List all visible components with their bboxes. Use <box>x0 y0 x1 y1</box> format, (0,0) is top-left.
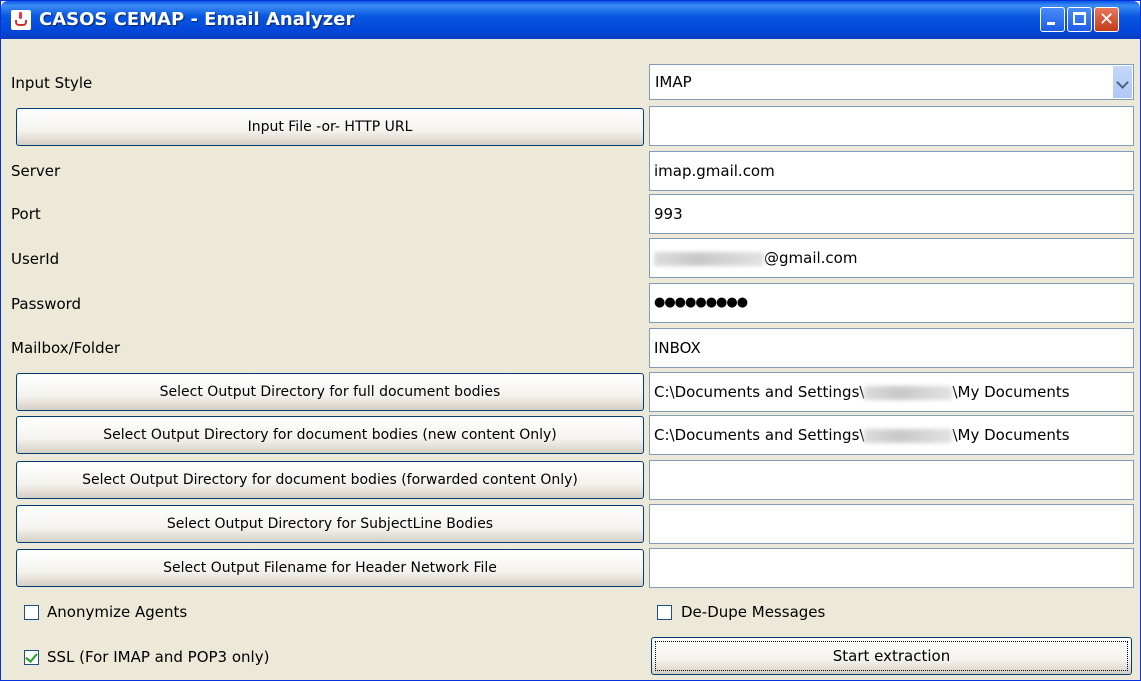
close-icon: ✕ <box>1098 9 1115 30</box>
server-field[interactable]: imap.gmail.com <box>649 151 1134 191</box>
chevron-down-icon[interactable] <box>1112 66 1132 98</box>
maximize-button[interactable] <box>1067 7 1092 32</box>
output-header-network-button[interactable]: Select Output Filename for Header Networ… <box>16 549 644 587</box>
password-label: Password <box>11 295 82 313</box>
close-button[interactable]: ✕ <box>1094 7 1119 32</box>
port-label: Port <box>11 205 41 223</box>
output-forwarded-button[interactable]: Select Output Directory for document bod… <box>16 461 644 499</box>
input-style-select[interactable]: IMAP <box>649 64 1134 100</box>
dedupe-label: De-Dupe Messages <box>681 603 826 621</box>
java-app-icon <box>11 10 31 30</box>
redacted-folder <box>864 385 953 400</box>
email-analyzer-window: CASOS CEMAP - Email Analyzer ✕ Input Sty… <box>0 0 1141 681</box>
input-file-field[interactable] <box>649 106 1134 146</box>
output-new-path-suffix: \My Documents <box>952 426 1070 444</box>
start-extraction-button[interactable]: Start extraction <box>651 637 1132 675</box>
redacted-folder <box>864 428 953 443</box>
password-field[interactable]: ●●●●●●●●● <box>649 283 1134 323</box>
output-full-bodies-button[interactable]: Select Output Directory for full documen… <box>16 373 644 411</box>
dedupe-checkbox[interactable] <box>657 605 672 620</box>
input-file-button[interactable]: Input File -or- HTTP URL <box>16 108 644 146</box>
userid-field[interactable]: @gmail.com <box>649 238 1134 278</box>
title-bar[interactable]: CASOS CEMAP - Email Analyzer ✕ <box>1 1 1140 39</box>
redacted-username <box>654 251 764 266</box>
output-full-bodies-field[interactable]: C:\Documents and Settings\ \My Documents <box>649 372 1134 412</box>
output-full-path-suffix: \My Documents <box>952 383 1070 401</box>
userid-domain: @gmail.com <box>764 249 858 267</box>
minimize-button[interactable] <box>1040 7 1065 32</box>
anonymize-checkbox[interactable] <box>24 605 39 620</box>
input-style-label: Input Style <box>11 74 93 92</box>
anonymize-label: Anonymize Agents <box>47 603 188 621</box>
mailbox-field[interactable]: INBOX <box>649 328 1134 368</box>
output-subject-field[interactable] <box>649 504 1134 544</box>
mailbox-label: Mailbox/Folder <box>11 339 120 357</box>
output-full-path-prefix: C:\Documents and Settings\ <box>654 383 865 401</box>
output-new-path-prefix: C:\Documents and Settings\ <box>654 426 865 444</box>
userid-label: UserId <box>11 250 60 268</box>
server-label: Server <box>11 162 61 180</box>
output-header-network-field[interactable] <box>649 548 1134 588</box>
input-style-value: IMAP <box>655 73 692 91</box>
window-title: CASOS CEMAP - Email Analyzer <box>39 9 355 30</box>
ssl-label: SSL (For IMAP and POP3 only) <box>47 648 270 666</box>
output-subject-button[interactable]: Select Output Directory for SubjectLine … <box>16 505 644 543</box>
port-field[interactable]: 993 <box>649 194 1134 234</box>
output-new-content-button[interactable]: Select Output Directory for document bod… <box>16 416 644 454</box>
ssl-checkbox[interactable] <box>24 650 39 665</box>
output-new-content-field[interactable]: C:\Documents and Settings\ \My Documents <box>649 415 1134 455</box>
output-forwarded-field[interactable] <box>649 460 1134 500</box>
